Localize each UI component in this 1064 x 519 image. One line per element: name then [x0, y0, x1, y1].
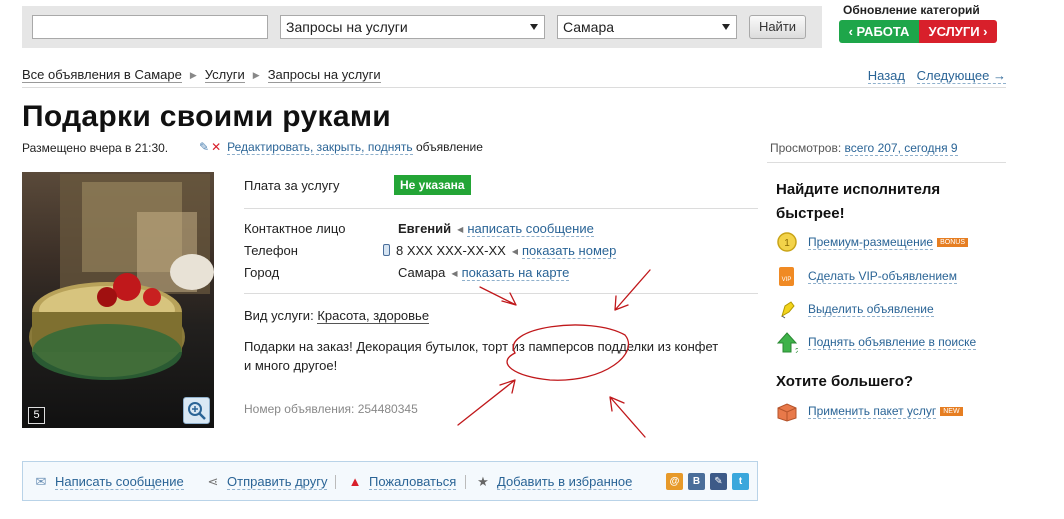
zoom-button[interactable]: [183, 397, 210, 424]
services-label: УСЛУГИ: [928, 24, 980, 39]
premium-link[interactable]: Премиум-размещение: [808, 235, 934, 250]
bonus-tag: BONUS: [937, 238, 968, 247]
svg-text:1: 1: [784, 238, 790, 249]
complain-label[interactable]: Пожаловаться: [369, 474, 457, 490]
breadcrumb: Все объявления в Самаре ▶ Услуги ▶ Запросы н…: [22, 67, 381, 83]
raise-link[interactable]: Поднять объявление в поиске: [808, 335, 977, 350]
divider: [22, 87, 1006, 88]
phone-label: Телефон: [244, 243, 298, 258]
write-message-link[interactable]: написать сообщение: [467, 221, 594, 237]
fee-badge: Не указана: [394, 175, 471, 195]
edit-suffix: объявление: [415, 140, 483, 154]
breadcrumb-item[interactable]: Все объявления в Самаре: [22, 67, 182, 83]
annotation-scribble: [457, 269, 651, 438]
chevron-down-icon: [722, 24, 730, 30]
favorite-label[interactable]: Добавить в избранное: [497, 474, 633, 490]
city-select[interactable]: Самара: [557, 15, 737, 39]
photo-illustration: [29, 174, 214, 380]
coin-icon: 1: [777, 232, 797, 252]
breadcrumb-item[interactable]: Запросы на услуги: [267, 67, 381, 83]
svg-text:2: 2: [795, 347, 798, 353]
contact-name: Евгений: [398, 221, 452, 236]
star-icon: ★: [477, 474, 489, 489]
delete-icon: ✕: [211, 140, 222, 154]
city-value: Самара: [398, 265, 446, 280]
category-select-value: Запросы на услуги: [286, 19, 408, 35]
divider: [335, 475, 336, 489]
work-label: РАБОТА: [856, 24, 910, 39]
svg-text:VIP: VIP: [782, 277, 792, 283]
show-number-link[interactable]: показать номер: [521, 243, 617, 259]
contact-label: Контактное лицо: [244, 221, 346, 236]
service-type: Вид услуги: Красота, здоровье: [244, 308, 430, 324]
divider: [767, 162, 1006, 163]
ad-photo[interactable]: 5: [22, 172, 214, 428]
pencil-icon: ✎: [199, 140, 210, 154]
breadcrumb-item[interactable]: Услуги: [204, 67, 245, 83]
views-label: Просмотров:: [770, 141, 842, 155]
new-tag: NEW: [940, 407, 963, 416]
chevron-down-icon: [530, 24, 538, 30]
services-category-button[interactable]: УСЛУГИ ›: [919, 20, 997, 43]
city-label: Город: [244, 265, 280, 280]
views-counter: Просмотров: всего 207, сегодня 9: [770, 141, 958, 156]
triangle-right-icon: ▶: [189, 70, 197, 80]
search-bar: Запросы на услуги Самара Найти: [22, 6, 822, 48]
send-friend-action[interactable]: ⋖ Отправить другу: [205, 474, 328, 490]
triangle-right-icon: ▶: [252, 70, 260, 80]
vip-icon: VIP: [779, 267, 794, 286]
phone-number: 8 XXX XXX-XX-XX: [396, 243, 506, 258]
work-category-button[interactable]: ‹ РАБОТА: [839, 20, 919, 43]
photo-count-badge: 5: [28, 407, 45, 424]
package-link[interactable]: Применить пакет услуг: [808, 404, 937, 419]
find-button[interactable]: Найти: [749, 15, 806, 39]
promo-title: Обновление категорий: [843, 3, 980, 17]
category-select[interactable]: Запросы на услуги: [280, 15, 545, 39]
service-type-value[interactable]: Красота, здоровье: [317, 308, 430, 324]
contact-row: Евгений ◀ написать сообщение: [398, 221, 594, 237]
page-title: Подарки своими руками: [22, 100, 392, 133]
edit-links[interactable]: Редактировать, закрыть, поднять: [227, 140, 413, 155]
magnifier-icon: [188, 402, 206, 420]
phone-row: 8 XXX XXX-XX-XX ◀ показать номер: [383, 243, 617, 259]
share-icon: ⋖: [207, 474, 219, 489]
ad-number: Номер объявления: 254480345: [244, 402, 418, 416]
city-select-value: Самара: [563, 19, 615, 35]
action-bar: ✉ Написать сообщение ⋖ Отправить другу ▲ По…: [22, 461, 758, 501]
warning-icon: ▲: [348, 474, 362, 489]
views-value[interactable]: всего 207, сегодня 9: [844, 141, 958, 156]
next-link[interactable]: Следующее →: [916, 68, 1006, 84]
back-link[interactable]: Назад: [867, 68, 905, 84]
complain-action[interactable]: ▲ Пожаловаться: [347, 474, 457, 490]
divider: [465, 475, 466, 489]
sidebar-heading-more: Хотите большего?: [776, 373, 914, 390]
sidebar-heading-promote: Найдите исполнителя быстрее!: [776, 181, 941, 222]
favorite-action[interactable]: ★ Добавить в избранное: [475, 474, 633, 490]
arrow-up-icon: 2: [776, 332, 798, 353]
twitter-share-icon[interactable]: t: [732, 473, 749, 490]
fee-label: Плата за услугу: [244, 178, 340, 193]
mail-ru-share-icon[interactable]: @: [666, 473, 683, 490]
vk-share-icon[interactable]: B: [688, 473, 705, 490]
highlight-link[interactable]: Выделить объявление: [808, 302, 934, 317]
triangle-left-icon: ◀: [457, 225, 464, 234]
write-message-action[interactable]: ✉ Написать сообщение: [33, 474, 184, 490]
envelope-icon: ✉: [35, 474, 47, 489]
divider: [244, 208, 758, 209]
phone-icon: [383, 244, 390, 256]
marker-icon: [781, 301, 795, 319]
search-input[interactable]: [32, 15, 268, 39]
vip-link[interactable]: Сделать VIP-объявлением: [808, 269, 957, 284]
edit-actions: ✎ ✕ Редактировать, закрыть, поднять объявл…: [199, 140, 483, 155]
triangle-left-icon: ◀: [511, 247, 518, 256]
service-type-label: Вид услуги:: [244, 308, 314, 323]
write-message-label[interactable]: Написать сообщение: [55, 474, 184, 490]
package-icon: [777, 403, 797, 422]
ad-navigation: Назад Следующее →: [860, 68, 1006, 84]
send-friend-label[interactable]: Отправить другу: [227, 474, 328, 490]
posted-date: Размещено вчера в 21:30.: [22, 141, 169, 155]
livejournal-share-icon[interactable]: ✎: [710, 473, 727, 490]
